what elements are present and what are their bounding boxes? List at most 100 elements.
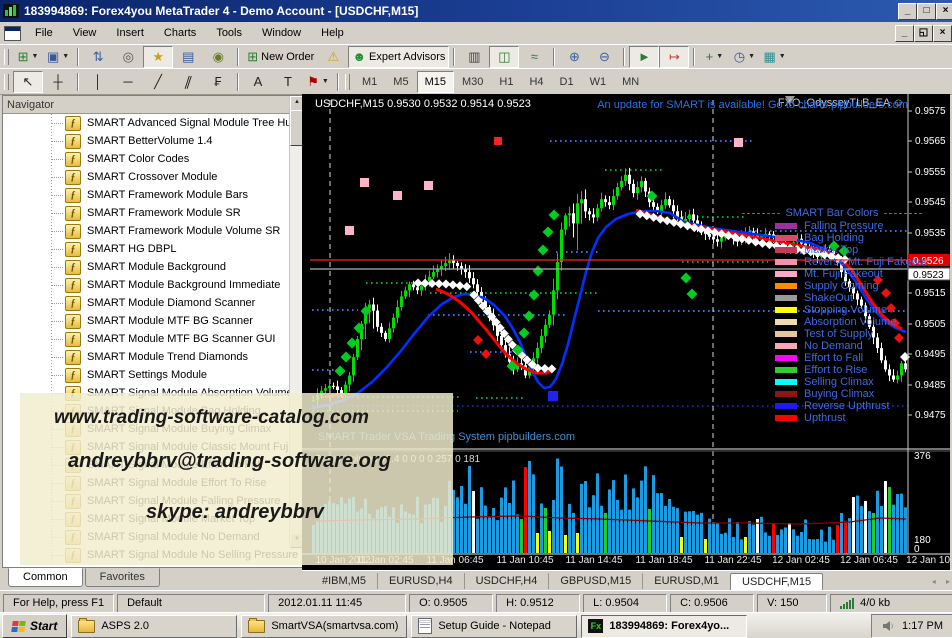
bar-low[interactable]: L: 0.9504	[583, 594, 667, 613]
nav-item-smart-module-trend-diamonds[interactable]: ƒSMART Module Trend Diamonds	[3, 348, 303, 366]
timeframe-m5[interactable]: M5	[385, 71, 416, 93]
speaker-icon[interactable]	[882, 620, 895, 632]
auto-scroll-button[interactable]: ►	[629, 46, 659, 68]
connection-status[interactable]: 4/0 kb	[830, 594, 952, 613]
taskbar-button-asps-2-0[interactable]: ASPS 2.0	[71, 615, 237, 638]
equidistant-channel-button[interactable]: ∥	[173, 71, 203, 93]
navigator-header[interactable]: Navigator ×	[3, 96, 303, 114]
nav-item-smart-module-diamond-scanner[interactable]: ƒSMART Module Diamond Scanner	[3, 294, 303, 312]
menu-item-view[interactable]: View	[63, 24, 107, 42]
toolbar-grip[interactable]	[4, 49, 9, 65]
navigator-button[interactable]: ★	[143, 46, 173, 68]
nav-item-smart-framework-module-volume-sr[interactable]: ƒSMART Framework Module Volume SR	[3, 222, 303, 240]
mdi-close-button[interactable]: ×	[933, 25, 952, 42]
menu-item-charts[interactable]: Charts	[154, 24, 206, 42]
menu-item-tools[interactable]: Tools	[206, 24, 252, 42]
taskbar-button-183994869-forex4yo[interactable]: Fx183994869: Forex4yo...	[581, 615, 747, 638]
line-chart-button[interactable]: ≈	[519, 46, 549, 68]
chart-tab-eurusd-m1[interactable]: EURUSD,M1	[642, 573, 730, 589]
terminal-button[interactable]: ▤	[173, 46, 203, 68]
toolbar-grip[interactable]	[345, 74, 350, 90]
menu-item-insert[interactable]: Insert	[106, 24, 154, 42]
bar-close[interactable]: C: 0.9506	[670, 594, 754, 613]
nav-item-smart-module-mtf-bg-scanner[interactable]: ƒSMART Module MTF BG Scanner	[3, 312, 303, 330]
data-window-button[interactable]: ◎	[113, 46, 143, 68]
text-label-button[interactable]: T	[273, 71, 303, 93]
mdi-restore-button[interactable]: ◱	[914, 25, 933, 42]
nav-item-smart-bettervolume-1-4[interactable]: ƒSMART BetterVolume 1.4	[3, 132, 303, 150]
horizontal-line-button[interactable]: ─	[113, 71, 143, 93]
taskbar-button-smartvsa-smartvsa-com[interactable]: SmartVSA(smartvsa.com)	[241, 615, 407, 638]
crosshair-button[interactable]: ┼	[43, 71, 73, 93]
data-window-icon: ◎	[123, 49, 134, 65]
nav-item-smart-crossover-module[interactable]: ƒSMART Crossover Module	[3, 168, 303, 186]
nav-item-smart-module-mtf-bg-scanner-gui[interactable]: ƒSMART Module MTF BG Scanner GUI	[3, 330, 303, 348]
profiles-button[interactable]: ▣▼	[43, 46, 73, 68]
maximize-button[interactable]: □	[917, 3, 936, 20]
minimize-button[interactable]: _	[898, 3, 917, 20]
bar-chart-button[interactable]: ▥	[459, 46, 489, 68]
nav-item-smart-module-background-immediate[interactable]: ƒSMART Module Background Immediate	[3, 276, 303, 294]
bar-time[interactable]: 2012.01.11 11:45	[268, 594, 406, 613]
indicators-button[interactable]: +▼	[699, 46, 729, 68]
timeframe-d1[interactable]: D1	[552, 71, 582, 93]
nav-item-smart-hg-dbpl[interactable]: ƒSMART HG DBPL	[3, 240, 303, 258]
timeframe-m15[interactable]: M15	[417, 71, 454, 93]
timeframe-m30[interactable]: M30	[454, 71, 491, 93]
nav-item-smart-settings-module[interactable]: ƒSMART Settings Module	[3, 366, 303, 384]
templates-button[interactable]: ▦▼	[759, 46, 789, 68]
timeframe-m1[interactable]: M1	[354, 71, 385, 93]
menu-item-file[interactable]: File	[25, 24, 63, 42]
cursor-button[interactable]: ↖	[13, 71, 43, 93]
nav-item-smart-module-background[interactable]: ƒSMART Module Background	[3, 258, 303, 276]
nav-item-smart-color-codes[interactable]: ƒSMART Color Codes	[3, 150, 303, 168]
close-button[interactable]: ×	[936, 3, 952, 20]
timeframe-h1[interactable]: H1	[491, 71, 521, 93]
zoom-out-button[interactable]: ⊖	[589, 46, 619, 68]
nav-item-smart-framework-module-sr[interactable]: ƒSMART Framework Module SR	[3, 204, 303, 222]
chart-tab-usdchf-h4[interactable]: USDCHF,H4	[464, 573, 549, 589]
tab-scroll-arrows[interactable]: ◂ ▸	[932, 577, 952, 586]
bar-volume[interactable]: V: 150	[757, 594, 827, 613]
taskbar-button-setup-guide-notepad[interactable]: Setup Guide - Notepad	[411, 615, 577, 638]
arrows-button[interactable]: ⚑▼	[303, 71, 333, 93]
bar-open[interactable]: O: 0.9505	[409, 594, 493, 613]
chart-tab-usdchf-m15[interactable]: USDCHF,M15	[730, 573, 823, 591]
profile[interactable]: Default	[117, 594, 265, 613]
chart-tab-gbpusd-m15[interactable]: GBPUSD,M15	[548, 573, 642, 589]
periods-button[interactable]: ◷▼	[729, 46, 759, 68]
market-watch-button[interactable]: ⇅	[83, 46, 113, 68]
legend-item-bag-holding: Bag Holding	[742, 232, 922, 244]
expert-advisors-button[interactable]: ☻Expert Advisors	[348, 46, 449, 68]
toolbar-grip[interactable]	[4, 74, 9, 90]
strategy-tester-button[interactable]: ◉	[203, 46, 233, 68]
legend-item-selling-climax: Selling Climax	[742, 376, 922, 388]
navigator-tab-favorites[interactable]: Favorites	[85, 568, 160, 587]
bar-high[interactable]: H: 0.9512	[496, 594, 580, 613]
chart-tab-ibm-m5[interactable]: #IBM,M5	[310, 573, 377, 589]
timeframe-w1[interactable]: W1	[582, 71, 615, 93]
chart-shift-button[interactable]: ↦	[659, 46, 689, 68]
metaeditor-button[interactable]: ⚠	[318, 46, 348, 68]
candlestick-button[interactable]: ◫	[489, 46, 519, 68]
timeframe-mn[interactable]: MN	[614, 71, 647, 93]
menu-item-window[interactable]: Window	[252, 24, 311, 42]
chart-tab-eurusd-h4[interactable]: EURUSD,H4	[377, 573, 464, 589]
legend-swatch	[775, 415, 797, 421]
fibonacci-button[interactable]: ₣	[203, 71, 233, 93]
zoom-in-button[interactable]: ⊕	[559, 46, 589, 68]
timeframe-h4[interactable]: H4	[521, 71, 551, 93]
new-chart-button[interactable]: ⊞▼	[13, 46, 43, 68]
text-button[interactable]: A	[243, 71, 273, 93]
nav-item-smart-advanced-signal-module-tree-hugging[interactable]: ƒSMART Advanced Signal Module Tree Huggi…	[3, 114, 303, 132]
mdi-minimize-button[interactable]: _	[895, 25, 914, 42]
nav-item-label: SMART Advanced Signal Module Tree Huggin…	[87, 117, 303, 129]
nav-item-smart-framework-module-bars[interactable]: ƒSMART Framework Module Bars	[3, 186, 303, 204]
chevron-down-icon: ▼	[31, 53, 38, 60]
start-button[interactable]: Start	[2, 614, 67, 638]
new-order-button[interactable]: ⊞New Order	[243, 46, 318, 68]
navigator-tab-common[interactable]: Common	[8, 568, 83, 587]
trendline-button[interactable]: ╱	[143, 71, 173, 93]
menu-item-help[interactable]: Help	[311, 24, 354, 42]
vertical-line-button[interactable]: │	[83, 71, 113, 93]
